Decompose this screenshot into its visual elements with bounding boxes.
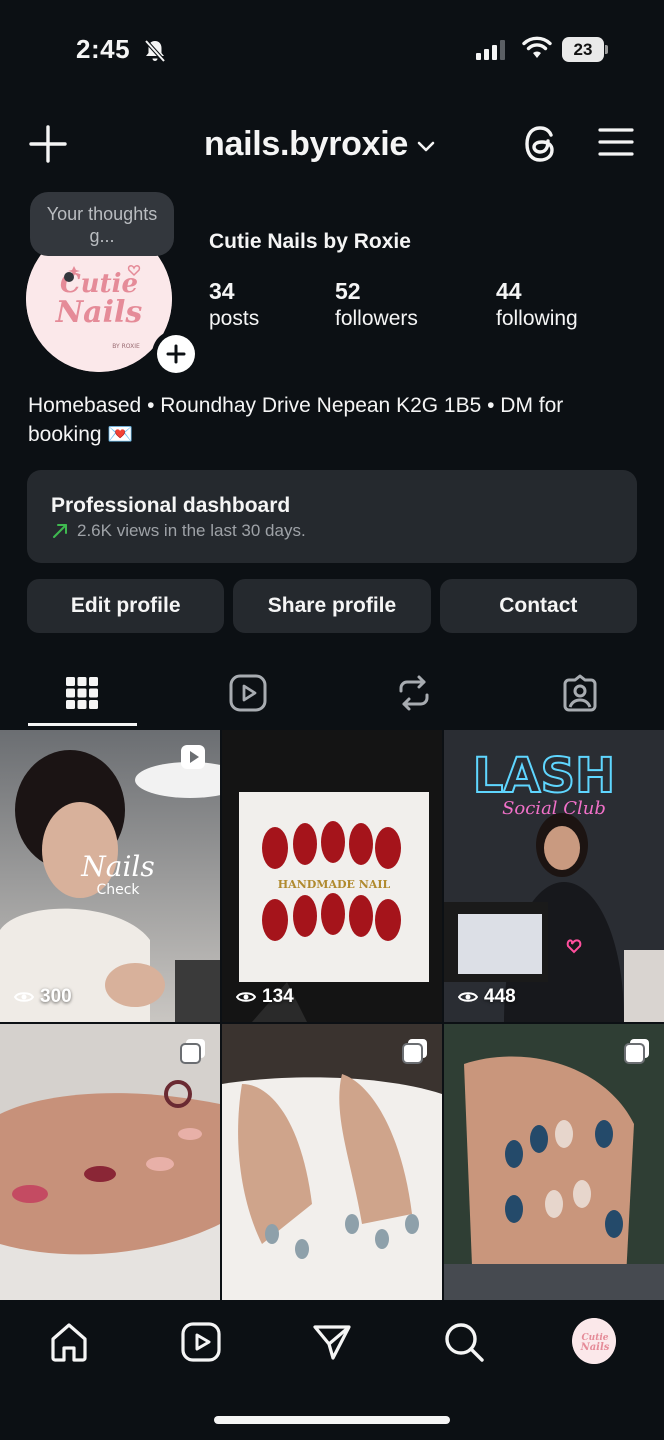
tagged-icon	[563, 674, 597, 712]
account-switcher[interactable]: nails.byroxie	[204, 122, 436, 166]
post-thumbnail: LASH Social Club	[444, 730, 664, 1022]
bell-muted-icon	[144, 39, 166, 63]
username: nails.byroxie	[204, 124, 408, 163]
post-tile[interactable]: 398	[0, 1024, 220, 1316]
note-text: Your thoughts g...	[46, 204, 158, 246]
carousel-badge-icon	[402, 1039, 427, 1064]
stat-posts-value: 34	[209, 278, 235, 304]
post-tile[interactable]: Nails Check 300	[0, 730, 220, 1022]
share-profile-button[interactable]: Share profile	[233, 579, 431, 633]
reels-icon	[181, 1322, 221, 1362]
post-tile[interactable]: 397	[444, 1024, 664, 1316]
post-thumbnail: HANDMADE NAIL	[222, 730, 442, 1022]
post-overlay-text: LASH	[473, 748, 615, 804]
nav-direct[interactable]	[310, 1320, 354, 1364]
reels-icon	[229, 674, 267, 712]
profile-header: nails.byroxie	[0, 110, 664, 180]
stat-followers-label: followers	[335, 307, 418, 330]
chevron-down-icon	[417, 141, 435, 152]
nav-profile[interactable]: Cutie Nails	[572, 1318, 616, 1364]
hamburger-menu-icon[interactable]	[598, 126, 634, 158]
stat-posts[interactable]: 34 posts	[209, 277, 259, 333]
battery-icon: 23	[562, 37, 608, 62]
professional-dashboard[interactable]: Professional dashboard 2.6K views in the…	[27, 470, 637, 563]
post-views-count: 300	[40, 986, 72, 1007]
post-overlay-text: HANDMADE NAIL	[278, 878, 391, 891]
carousel-badge-icon	[180, 1039, 205, 1064]
post-thumbnail	[222, 1024, 442, 1316]
cellular-signal-icon	[476, 40, 505, 60]
stat-followers-value: 52	[335, 278, 361, 304]
logo-sub: BY ROXIE	[112, 343, 140, 350]
battery-level: 23	[562, 37, 604, 62]
post-overlay-text: Nails	[80, 850, 154, 883]
home-icon	[51, 1323, 87, 1362]
tab-reels[interactable]	[194, 660, 302, 726]
logo-text-line2: Nails	[55, 295, 143, 330]
eye-icon	[14, 992, 34, 1002]
post-tile[interactable]: 259	[222, 1024, 442, 1316]
nav-home[interactable]	[47, 1320, 91, 1364]
reel-badge-icon	[181, 745, 205, 769]
post-tile[interactable]: HANDMADE NAIL 134	[222, 730, 442, 1022]
stat-following-value: 44	[496, 278, 522, 304]
home-indicator[interactable]	[214, 1416, 450, 1424]
add-story-button[interactable]	[152, 330, 200, 378]
bio: Homebased • Roundhay Drive Nepean K2G 1B…	[28, 394, 564, 446]
trend-up-arrow-icon	[53, 524, 67, 538]
eye-icon	[458, 992, 478, 1002]
display-name: Cutie Nails by Roxie	[209, 230, 411, 253]
direct-icon	[313, 1325, 351, 1360]
post-thumbnail	[444, 1024, 664, 1316]
plus-icon	[166, 344, 186, 364]
stat-posts-label: posts	[209, 307, 260, 330]
post-thumbnail	[0, 1024, 220, 1316]
status-time: 2:45	[76, 34, 131, 64]
posts-grid: Nails Check 300 HANDMADE NAIL 134 LASH S…	[0, 730, 664, 1316]
edit-profile-button[interactable]: Edit profile	[27, 579, 225, 633]
dashboard-subtitle: 2.6K views in the last 30 days.	[77, 521, 306, 540]
post-thumbnail: Nails Check	[0, 730, 220, 1022]
note-bubble[interactable]: Your thoughts g...	[30, 192, 174, 256]
bottom-navigation: Cutie Nails	[0, 1300, 664, 1440]
note-bubble-tail	[64, 272, 74, 282]
tab-posts-grid[interactable]	[28, 660, 136, 726]
dashboard-title: Professional dashboard	[51, 494, 291, 517]
nav-search[interactable]	[442, 1320, 486, 1364]
status-bar: 2:45 23	[0, 0, 664, 100]
post-tile[interactable]: LASH Social Club 448	[444, 730, 664, 1022]
active-tab-indicator	[28, 723, 137, 726]
post-views: 134	[236, 986, 294, 1008]
svg-text:Nails: Nails	[580, 1342, 610, 1353]
carousel-badge-icon	[624, 1039, 649, 1064]
stat-following-label: following	[496, 307, 578, 330]
cutie-nails-logo-small: Cutie Nails	[572, 1318, 616, 1364]
profile-tabs	[0, 660, 664, 728]
tab-tagged[interactable]	[526, 660, 634, 726]
create-plus-icon[interactable]	[28, 124, 68, 164]
post-views-count: 134	[262, 986, 294, 1007]
profile-actions: Edit profile Share profile Contact	[27, 579, 637, 633]
wifi-icon	[522, 36, 552, 58]
threads-icon[interactable]	[522, 122, 562, 166]
search-icon	[445, 1323, 484, 1362]
grid-icon	[66, 677, 98, 709]
profile-avatar-small: Cutie Nails	[572, 1318, 616, 1364]
post-overlay-sub: Check	[96, 882, 140, 898]
reposts-icon	[399, 675, 429, 711]
post-views: 448	[458, 986, 516, 1008]
nav-reels[interactable]	[179, 1320, 223, 1364]
stat-following[interactable]: 44 following	[496, 277, 578, 333]
stat-followers[interactable]: 52 followers	[335, 277, 418, 333]
tab-reposts[interactable]	[360, 660, 468, 726]
contact-button[interactable]: Contact	[439, 579, 637, 633]
post-views: 300	[14, 986, 72, 1008]
post-views-count: 448	[484, 986, 516, 1007]
eye-icon	[236, 992, 256, 1002]
